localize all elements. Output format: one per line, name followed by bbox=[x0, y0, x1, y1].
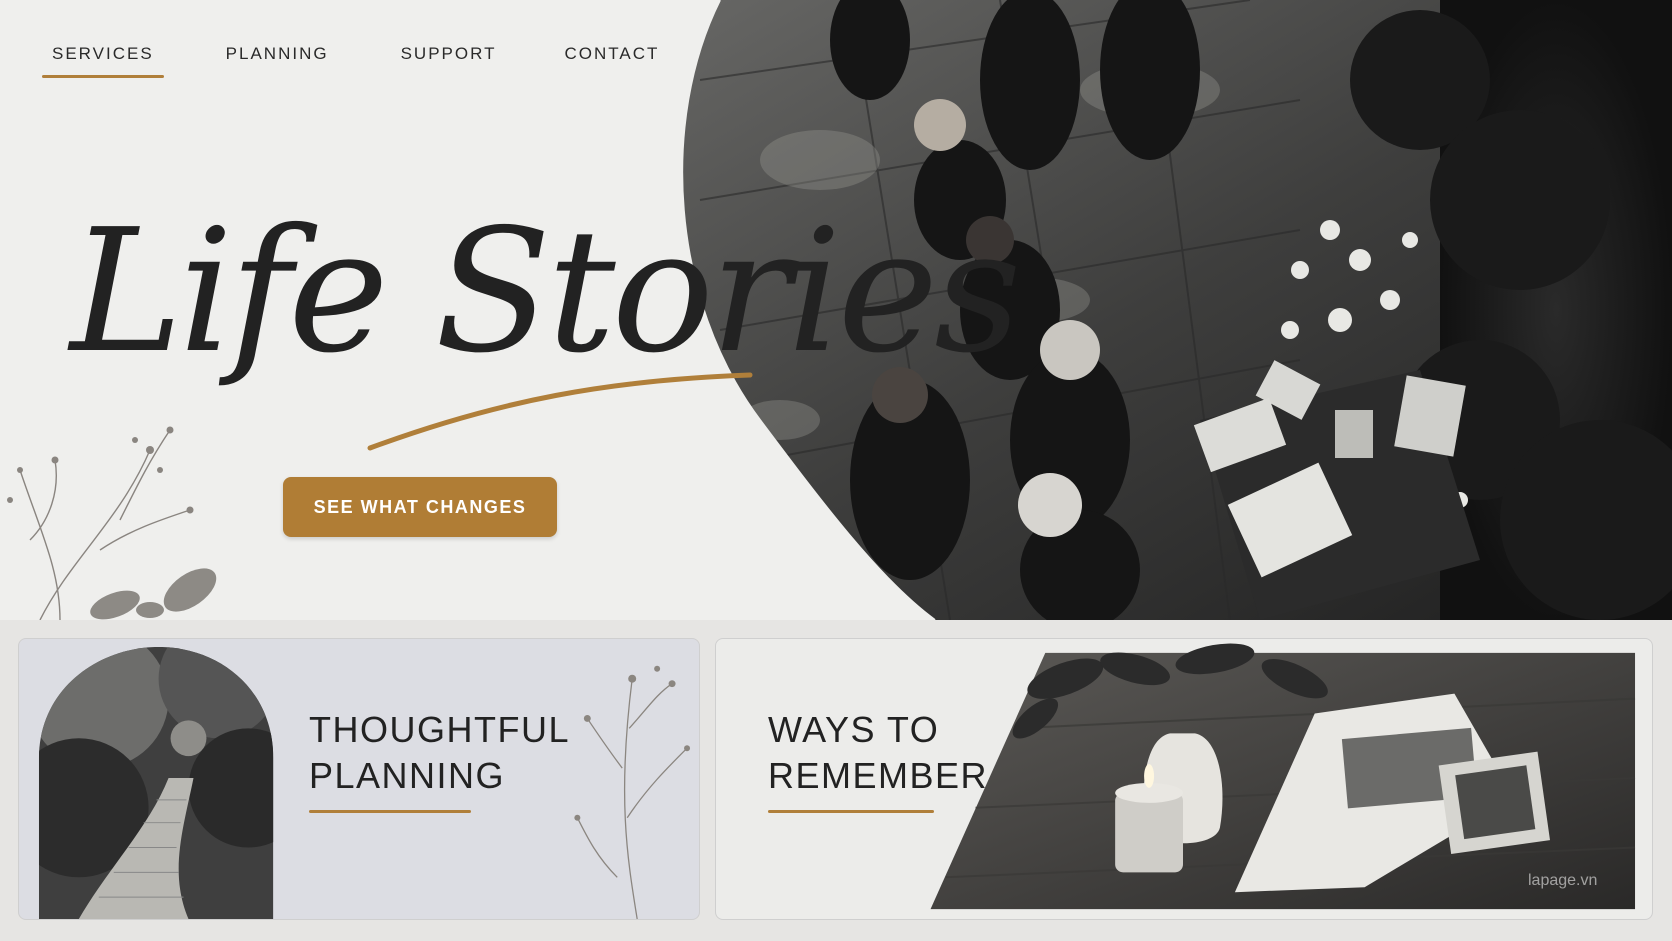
nav-services[interactable]: SERVICES bbox=[42, 40, 164, 78]
nav-contact[interactable]: CONTACT bbox=[554, 40, 669, 78]
card-underline-remember bbox=[768, 810, 934, 813]
card-title-planning: THOUGHTFUL PLANNING bbox=[309, 709, 570, 796]
card-underline-planning bbox=[309, 810, 471, 813]
card-title-remember: WAYS TO REMEMBER bbox=[768, 709, 989, 796]
nav-planning[interactable]: PLANNING bbox=[216, 40, 339, 78]
hero-title-text: Life Stories bbox=[67, 193, 1017, 391]
nav-support[interactable]: SUPPORT bbox=[391, 40, 507, 78]
card-thoughtful-planning[interactable]: THOUGHTFUL PLANNING bbox=[18, 638, 700, 920]
main-nav: SERVICES PLANNING SUPPORT CONTACT bbox=[42, 40, 669, 78]
see-what-changes-button[interactable]: SEE WHAT CHANGES bbox=[283, 477, 557, 537]
card-ways-to-remember[interactable]: WAYS TO REMEMBER bbox=[715, 638, 1653, 920]
hero-section: SERVICES PLANNING SUPPORT CONTACT Life S… bbox=[0, 0, 1672, 620]
hero-title: Life Stories bbox=[67, 193, 1021, 451]
watermark-text: lapage.vn bbox=[1528, 872, 1598, 889]
